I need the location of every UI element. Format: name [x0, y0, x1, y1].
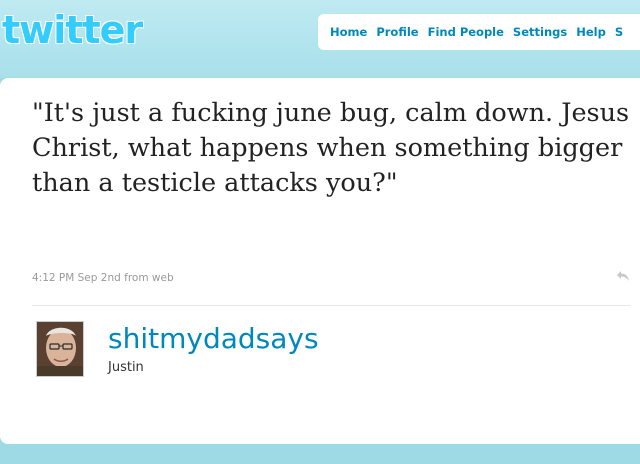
tweet-timestamp-link[interactable]: 4:12 PM Sep 2nd	[32, 272, 121, 284]
divider	[32, 305, 630, 306]
nav-signout-link[interactable]: S	[615, 25, 623, 39]
nav-home-link[interactable]: Home	[330, 25, 367, 39]
author-screen-name-link[interactable]: shitmydadsays	[108, 322, 319, 356]
nav-settings-link[interactable]: Settings	[513, 25, 567, 39]
top-nav: Home Profile Find People Settings Help S	[318, 14, 640, 50]
top-bar: twitter Home Profile Find People Setting…	[0, 0, 640, 78]
author-full-name: Justin	[108, 360, 144, 375]
tweet-meta: 4:12 PM Sep 2nd from web	[32, 272, 174, 284]
bottom-strip	[0, 444, 640, 464]
reply-icon[interactable]	[616, 270, 630, 282]
tweet-card: "It's just a fucking june bug, calm down…	[0, 78, 640, 444]
avatar-photo-icon	[37, 322, 83, 376]
author-avatar[interactable]	[36, 321, 84, 377]
nav-profile-link[interactable]: Profile	[376, 25, 418, 39]
nav-help-link[interactable]: Help	[576, 25, 606, 39]
twitter-logo[interactable]: twitter	[2, 6, 143, 54]
nav-find-people-link[interactable]: Find People	[428, 25, 504, 39]
tweet-source-link[interactable]: web	[152, 272, 174, 284]
tweet-text: "It's just a fucking june bug, calm down…	[32, 98, 630, 198]
tweet-from-label: from	[124, 272, 149, 284]
